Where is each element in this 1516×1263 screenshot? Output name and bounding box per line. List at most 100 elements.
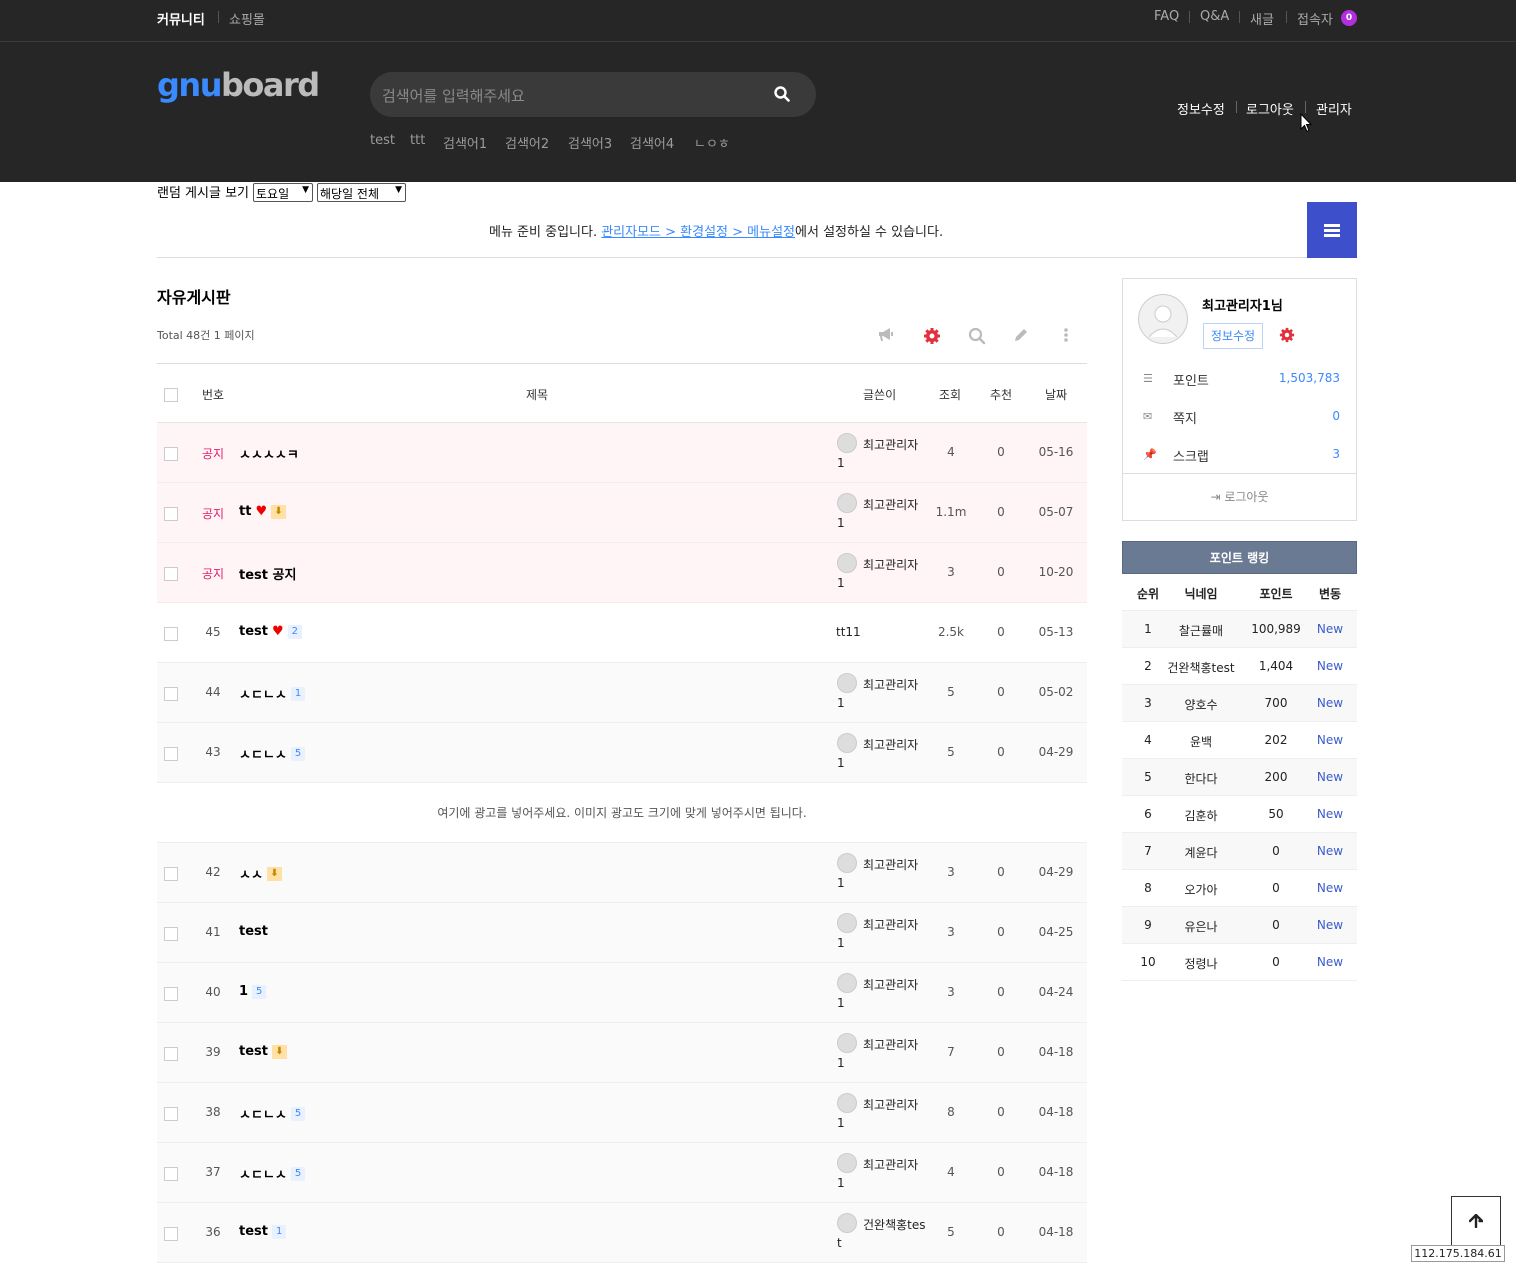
nickname[interactable]: 건완책홍test — [1164, 659, 1238, 676]
table-row[interactable]: 공지 ㅅㅅㅅㅅㅋ 최고관리자 1 4 0 05-16 — [157, 423, 1087, 483]
table-row[interactable]: 43 ㅅㄷㄴㅅ 5 최고관리자 1 5 0 04-29 — [157, 723, 1087, 783]
post-subject[interactable]: test — [239, 924, 268, 939]
day-select[interactable]: 토요일 ▼ — [253, 183, 313, 202]
memo-value[interactable]: 0 — [1332, 409, 1340, 423]
post-title[interactable]: ㅅㄷㄴㅅ — [239, 1104, 287, 1123]
row-checkbox[interactable] — [164, 627, 178, 641]
table-row[interactable]: 41 test 최고관리자 1 3 0 04-25 — [157, 903, 1087, 963]
hamburger-menu-button[interactable] — [1307, 202, 1357, 258]
period-select[interactable]: 해당일 전체 ▼ — [317, 183, 406, 202]
gear-icon[interactable] — [1279, 327, 1295, 347]
row-checkbox[interactable] — [164, 987, 178, 1001]
post-title[interactable]: test — [239, 1044, 268, 1059]
table-row[interactable]: 39 test ⬇ 최고관리자 1 7 0 04-18 — [157, 1023, 1087, 1083]
writer-name[interactable]: 최고관리자 — [863, 915, 933, 935]
post-subject[interactable]: ㅅㅅ ⬇ — [239, 864, 282, 883]
nav-faq-link[interactable]: FAQ — [1154, 9, 1179, 24]
post-title[interactable]: tt — [239, 504, 251, 519]
post-title[interactable]: ㅅㅅ — [239, 864, 263, 883]
post-subject[interactable]: ㅅㄷㄴㅅ 5 — [239, 1164, 306, 1183]
post-title[interactable]: ㅅㅅㅅㅅㅋ — [239, 444, 299, 463]
logout-link[interactable]: 로그아웃 — [1246, 99, 1294, 118]
edit-profile-link[interactable]: 정보수정 — [1177, 99, 1225, 118]
row-checkbox[interactable] — [164, 927, 178, 941]
row-checkbox[interactable] — [164, 1107, 178, 1121]
table-row[interactable]: 44 ㅅㄷㄴㅅ 1 최고관리자 1 5 0 05-02 — [157, 663, 1087, 723]
megaphone-icon[interactable] — [877, 327, 895, 347]
column-views[interactable]: 조회 — [939, 386, 961, 403]
row-checkbox[interactable] — [164, 687, 178, 701]
search-icon[interactable] — [968, 327, 986, 349]
search-input[interactable]: 검색어를 입력해주세요 — [382, 85, 525, 106]
search-icon[interactable] — [774, 86, 790, 106]
row-checkbox[interactable] — [164, 1227, 178, 1241]
nickname[interactable]: 오가아 — [1164, 881, 1238, 898]
nav-community-link[interactable]: 커뮤니티 — [157, 9, 205, 28]
nav-shop-link[interactable]: 쇼핑몰 — [229, 9, 265, 28]
post-title[interactable]: ㅅㄷㄴㅅ — [239, 744, 287, 763]
post-title[interactable]: ㅅㄷㄴㅅ — [239, 684, 287, 703]
post-subject[interactable]: ㅅㅅㅅㅅㅋ — [239, 444, 299, 463]
post-subject[interactable]: test ♥ 2 — [239, 624, 303, 639]
popular-keyword[interactable]: 검색어4 — [630, 133, 674, 152]
row-checkbox[interactable] — [164, 567, 178, 581]
search-bar[interactable]: 검색어를 입력해주세요 — [370, 72, 816, 117]
writer-name[interactable]: 건완책홍tes — [863, 1215, 933, 1235]
select-all-checkbox[interactable] — [164, 388, 178, 402]
admin-link[interactable]: 관리자 — [1316, 99, 1352, 118]
more-vertical-icon[interactable] — [1062, 327, 1070, 347]
nickname[interactable]: 유은나 — [1164, 918, 1238, 935]
writer-name[interactable]: 최고관리자 — [863, 855, 933, 875]
nav-qa-link[interactable]: Q&A — [1200, 9, 1229, 24]
post-title[interactable]: test — [239, 624, 268, 639]
post-title[interactable]: test — [239, 1224, 268, 1239]
post-subject[interactable]: ㅅㄷㄴㅅ 5 — [239, 744, 306, 763]
popular-keyword[interactable]: 검색어2 — [505, 133, 549, 152]
row-checkbox[interactable] — [164, 867, 178, 881]
table-row[interactable]: 36 test 1 건완책홍tes t 5 0 04-18 — [157, 1203, 1087, 1263]
post-subject[interactable]: test 공지 — [239, 564, 296, 583]
post-title[interactable]: ㅅㄷㄴㅅ — [239, 1164, 287, 1183]
nickname[interactable]: 윤백 — [1164, 733, 1238, 750]
table-row[interactable]: 38 ㅅㄷㄴㅅ 5 최고관리자 1 8 0 04-18 — [157, 1083, 1087, 1143]
nickname[interactable]: 김훈하 — [1164, 807, 1238, 824]
writer-name[interactable]: 최고관리자 — [863, 975, 933, 995]
row-checkbox[interactable] — [164, 747, 178, 761]
post-subject[interactable]: tt ♥ ⬇ — [239, 504, 287, 519]
post-subject[interactable]: ㅅㄷㄴㅅ 5 — [239, 1104, 306, 1123]
nav-visitors-link[interactable]: 접속자 — [1297, 9, 1333, 28]
post-title[interactable]: test — [239, 924, 268, 939]
writer-name[interactable]: 최고관리자 — [863, 435, 933, 455]
popular-keyword[interactable]: ttt — [410, 133, 425, 148]
nickname[interactable]: 양호수 — [1164, 696, 1238, 713]
nickname[interactable]: 정령나 — [1164, 955, 1238, 972]
table-row[interactable]: 42 ㅅㅅ ⬇ 최고관리자 1 3 0 04-29 — [157, 843, 1087, 903]
popular-keyword[interactable]: test — [370, 133, 395, 148]
post-title[interactable]: test 공지 — [239, 564, 296, 583]
writer-name[interactable]: tt11 — [836, 625, 861, 639]
scrap-value[interactable]: 3 — [1332, 447, 1340, 461]
popular-keyword[interactable]: ㄴㅇㅎ — [694, 133, 730, 152]
column-recommend[interactable]: 추천 — [990, 386, 1012, 403]
table-row[interactable]: 공지 test 공지 최고관리자 1 3 0 10-20 — [157, 543, 1087, 603]
post-subject[interactable]: ㅅㄷㄴㅅ 1 — [239, 684, 306, 703]
row-checkbox[interactable] — [164, 1167, 178, 1181]
post-subject[interactable]: test ⬇ — [239, 1044, 287, 1059]
row-checkbox[interactable] — [164, 1047, 178, 1061]
post-title[interactable]: 1 — [239, 984, 248, 999]
row-checkbox[interactable] — [164, 447, 178, 461]
popular-keyword[interactable]: 검색어1 — [443, 133, 487, 152]
column-date[interactable]: 날짜 — [1045, 386, 1067, 403]
back-to-top-button[interactable] — [1451, 1196, 1501, 1246]
writer-name[interactable]: 최고관리자 — [863, 555, 933, 575]
table-row[interactable]: 45 test ♥ 2 tt11 2.5k 0 05-13 — [157, 603, 1087, 663]
writer-name[interactable]: 최고관리자 — [863, 735, 933, 755]
writer-name[interactable]: 최고관리자 — [863, 675, 933, 695]
edit-profile-button[interactable]: 정보수정 — [1203, 323, 1263, 349]
menu-settings-link[interactable]: 관리자모드 > 환경설정 > 메뉴설정 — [601, 225, 795, 240]
pencil-icon[interactable] — [1013, 327, 1029, 347]
writer-name[interactable]: 최고관리자 — [863, 1035, 933, 1055]
writer-name[interactable]: 최고관리자 — [863, 1155, 933, 1175]
popular-keyword[interactable]: 검색어3 — [568, 133, 612, 152]
nickname[interactable]: 찰근률매 — [1164, 622, 1238, 639]
